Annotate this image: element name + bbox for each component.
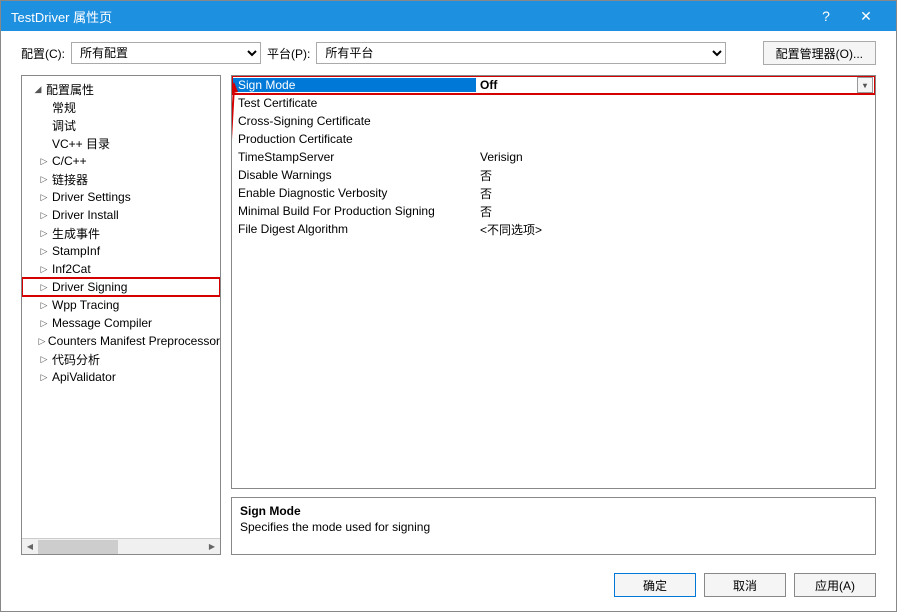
description-text: Specifies the mode used for signing [240,520,867,534]
config-manager-button[interactable]: 配置管理器(O)... [763,41,876,65]
property-row[interactable]: Disable Warnings否 [232,166,875,184]
expand-icon[interactable]: ▷ [38,156,50,167]
title-bar: TestDriver 属性页 ? ✕ [1,1,896,31]
expand-icon[interactable]: ▷ [38,174,50,185]
tree-item[interactable]: ▷Wpp Tracing [22,296,220,314]
tree-item[interactable]: 调试 [22,116,220,134]
config-label: 配置(C): [21,45,65,62]
description-title: Sign Mode [240,504,867,518]
config-toolbar: 配置(C): 所有配置 平台(P): 所有平台 配置管理器(O)... [1,31,896,75]
expand-icon[interactable]: ▷ [38,318,50,329]
cancel-button[interactable]: 取消 [704,573,786,597]
config-dropdown[interactable]: 所有配置 [71,42,261,64]
tree-item[interactable]: VC++ 目录 [22,134,220,152]
tree-item[interactable]: ▷生成事件 [22,224,220,242]
tree-item[interactable]: ▷链接器 [22,170,220,188]
horizontal-scrollbar[interactable]: ◀ ▶ [22,538,220,554]
expand-icon[interactable]: ▷ [38,228,50,239]
property-value[interactable]: Off ▾ [476,77,875,93]
collapse-icon[interactable]: ◢ [32,84,44,95]
expand-icon[interactable]: ▷ [38,264,50,275]
tree-item[interactable]: ▷代码分析 [22,350,220,368]
expand-icon[interactable]: ▷ [38,336,46,347]
scroll-right-icon[interactable]: ▶ [204,539,220,555]
nav-tree[interactable]: ◢ 配置属性 常规 调试 VC++ 目录 ▷C/C++ ▷链接器 ▷Driver… [22,76,220,538]
platform-dropdown[interactable]: 所有平台 [316,42,726,64]
property-row[interactable]: Minimal Build For Production Signing否 [232,202,875,220]
nav-tree-pane: ◢ 配置属性 常规 调试 VC++ 目录 ▷C/C++ ▷链接器 ▷Driver… [21,75,221,555]
tree-item[interactable]: ▷StampInf [22,242,220,260]
property-row[interactable]: Enable Diagnostic Verbosity否 [232,184,875,202]
tree-item[interactable]: 常规 [22,98,220,116]
dialog-footer: 确定 取消 应用(A) [1,565,896,609]
property-row[interactable]: File Digest Algorithm<不同选项> [232,220,875,238]
expand-icon[interactable]: ▷ [38,210,50,221]
tree-item-driver-signing[interactable]: ▷Driver Signing [22,278,220,296]
property-row-sign-mode[interactable]: Sign Mode Off ▾ [232,76,875,94]
tree-item[interactable]: ▷ApiValidator [22,368,220,386]
property-row[interactable]: Cross-Signing Certificate [232,112,875,130]
expand-icon[interactable]: ▷ [38,246,50,257]
property-row[interactable]: Production Certificate [232,130,875,148]
expand-icon[interactable]: ▷ [38,192,50,203]
expand-icon[interactable]: ▷ [38,354,50,365]
help-button[interactable]: ? [806,1,846,31]
property-grid: Sign Mode Off ▾ Test Certificate Cross-S… [231,75,876,489]
tree-root-label: 配置属性 [44,81,94,98]
tree-item[interactable]: ▷Counters Manifest Preprocessor [22,332,220,350]
window-title: TestDriver 属性页 [11,7,806,26]
dropdown-icon[interactable]: ▾ [857,77,873,93]
scroll-thumb[interactable] [38,540,118,554]
description-panel: Sign Mode Specifies the mode used for si… [231,497,876,555]
tree-item[interactable]: ▷Message Compiler [22,314,220,332]
expand-icon[interactable]: ▷ [38,300,50,311]
property-row[interactable]: Test Certificate [232,94,875,112]
apply-button[interactable]: 应用(A) [794,573,876,597]
property-name: Sign Mode [232,78,476,92]
close-button[interactable]: ✕ [846,1,886,31]
scroll-track[interactable] [38,540,204,554]
scroll-left-icon[interactable]: ◀ [22,539,38,555]
tree-item[interactable]: ▷C/C++ [22,152,220,170]
platform-label: 平台(P): [267,45,310,62]
expand-icon[interactable]: ▷ [38,372,50,383]
tree-root[interactable]: ◢ 配置属性 [22,80,220,98]
tree-item[interactable]: ▷Driver Install [22,206,220,224]
expand-icon[interactable]: ▷ [38,282,50,293]
ok-button[interactable]: 确定 [614,573,696,597]
tree-item[interactable]: ▷Inf2Cat [22,260,220,278]
property-row[interactable]: TimeStampServerVerisign [232,148,875,166]
tree-item[interactable]: ▷Driver Settings [22,188,220,206]
